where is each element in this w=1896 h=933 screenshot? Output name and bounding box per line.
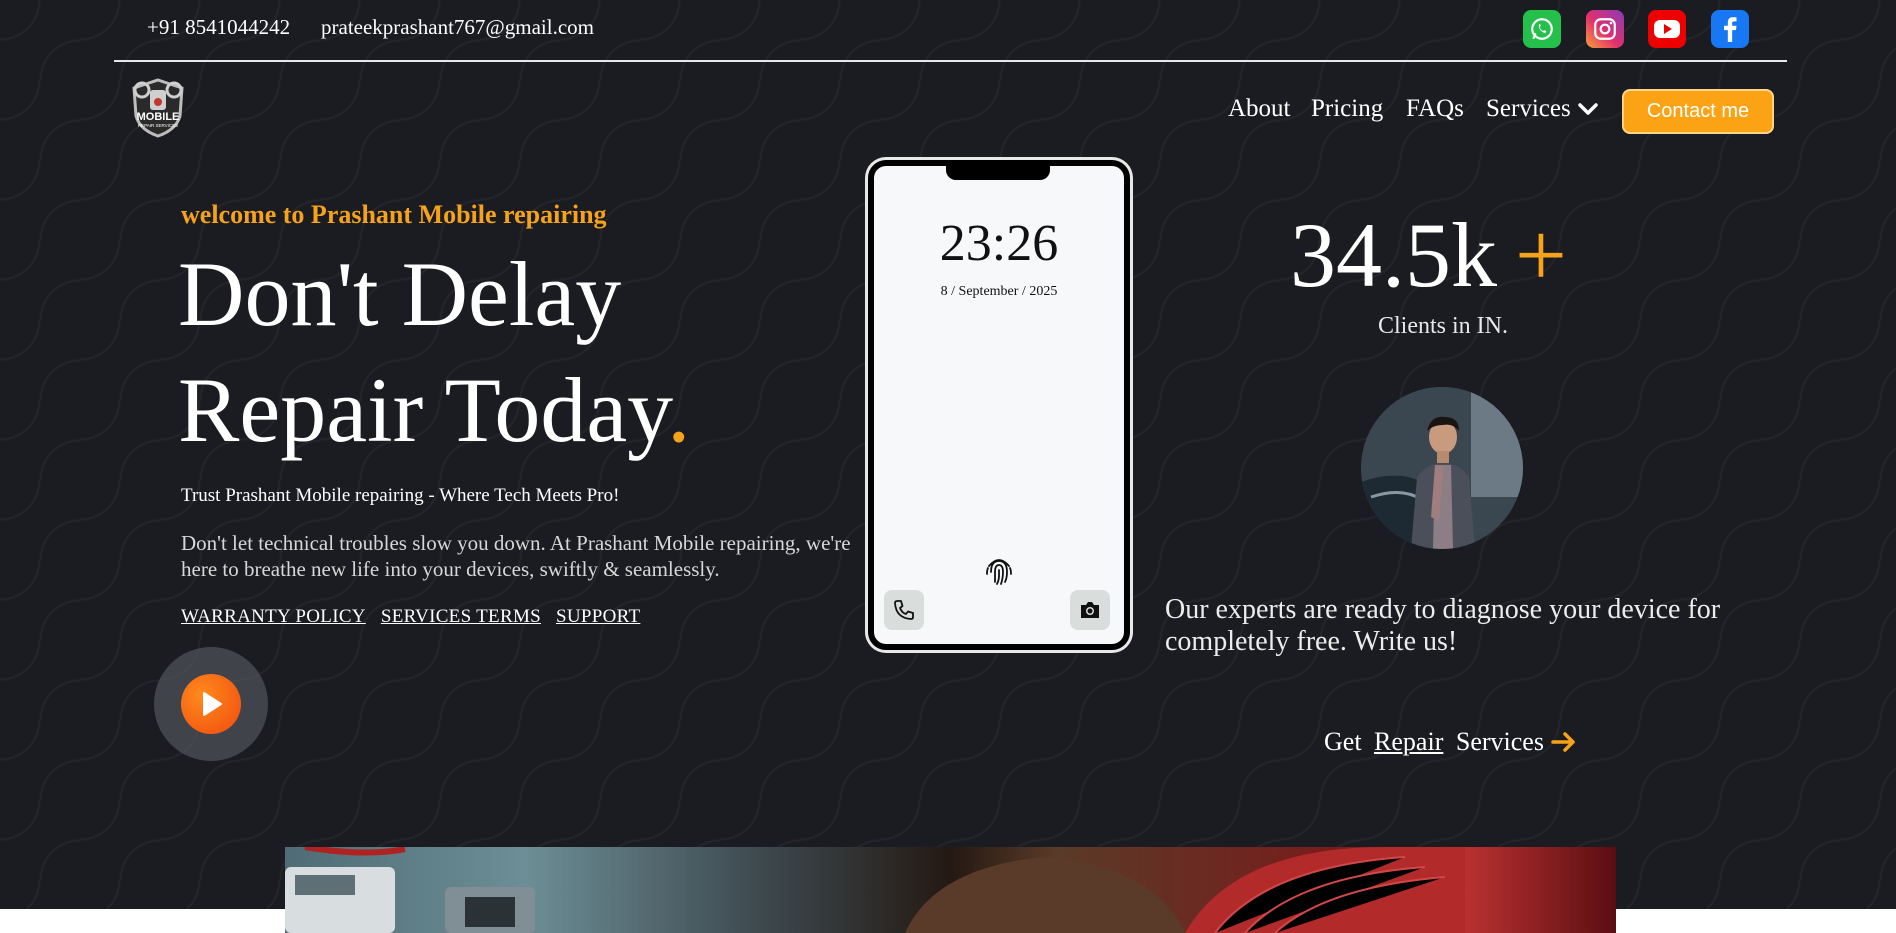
welcome-text: welcome to Prashant Mobile repairing <box>181 200 607 229</box>
support-link[interactable]: SUPPORT <box>556 606 640 628</box>
nav-about[interactable]: About <box>1228 95 1291 123</box>
cta-highlight: Repair <box>1374 727 1444 756</box>
facebook-icon[interactable] <box>1711 10 1749 48</box>
phone-clock: 23:26 <box>939 215 1059 272</box>
repair-banner-image <box>285 847 1616 933</box>
phone-notch <box>946 164 1050 180</box>
nav-faqs[interactable]: FAQs <box>1406 95 1464 123</box>
phone-mockup: 23:26 8 / September / 2025 <box>868 160 1130 650</box>
instagram-icon[interactable] <box>1586 10 1624 48</box>
chevron-down-icon <box>1577 103 1598 115</box>
whatsapp-icon[interactable] <box>1523 10 1561 48</box>
clients-stat-plus: + <box>1515 204 1567 306</box>
policy-links: WARRANTY POLICY SERVICES TERMS SUPPORT <box>181 606 640 628</box>
nav-pricing[interactable]: Pricing <box>1311 95 1383 123</box>
headline-line-1: Don't Delay <box>178 243 622 345</box>
cta-suffix: Services <box>1449 727 1544 756</box>
youtube-icon[interactable] <box>1648 10 1686 48</box>
logo-text: MOBILE <box>137 111 180 123</box>
avatar <box>1361 387 1523 549</box>
clients-stat-value: 34.5k <box>1290 204 1497 306</box>
contact-me-button[interactable]: Contact me <box>1622 89 1774 134</box>
hero-tagline: Trust Prashant Mobile repairing - Where … <box>181 485 620 506</box>
get-repair-services-link[interactable]: Get Repair Services <box>1324 727 1578 757</box>
play-video-button[interactable] <box>154 647 268 761</box>
top-bar: +91 8541044242 prateekprashant767@gmail.… <box>114 0 1787 62</box>
logo-subtext: REPAIR SERVICES <box>138 123 178 128</box>
headline-dot: . <box>667 359 691 461</box>
nav-services-dropdown[interactable]: Services <box>1486 95 1599 123</box>
hero-headline: Don't Delay Repair Today. <box>178 236 690 468</box>
headline-line-2: Repair Today <box>178 359 668 461</box>
clients-stat-label: Clients in IN. <box>1378 313 1508 339</box>
contact-email[interactable]: prateekprashant767@gmail.com <box>321 15 594 40</box>
camera-icon[interactable] <box>1070 590 1110 630</box>
services-terms-link[interactable]: SERVICES TERMS <box>381 606 541 628</box>
clients-stat: 34.5k + <box>1290 200 1567 310</box>
arrow-right-icon <box>1551 732 1575 752</box>
cta-prefix: Get <box>1324 727 1369 756</box>
phone-date: 8 / September / 2025 <box>940 284 1058 299</box>
contact-phone[interactable]: +91 8541044242 <box>147 15 290 40</box>
site-logo[interactable]: MOBILE REPAIR SERVICES <box>126 76 190 140</box>
warranty-policy-link[interactable]: WARRANTY POLICY <box>181 606 366 628</box>
play-icon <box>181 674 241 734</box>
fingerprint-icon <box>986 559 1012 585</box>
hero-description: Don't let technical troubles slow you do… <box>181 531 851 581</box>
phone-call-icon[interactable] <box>884 590 924 630</box>
nav-services-label: Services <box>1486 95 1571 122</box>
experts-text: Our experts are ready to diagnose your d… <box>1165 594 1721 657</box>
